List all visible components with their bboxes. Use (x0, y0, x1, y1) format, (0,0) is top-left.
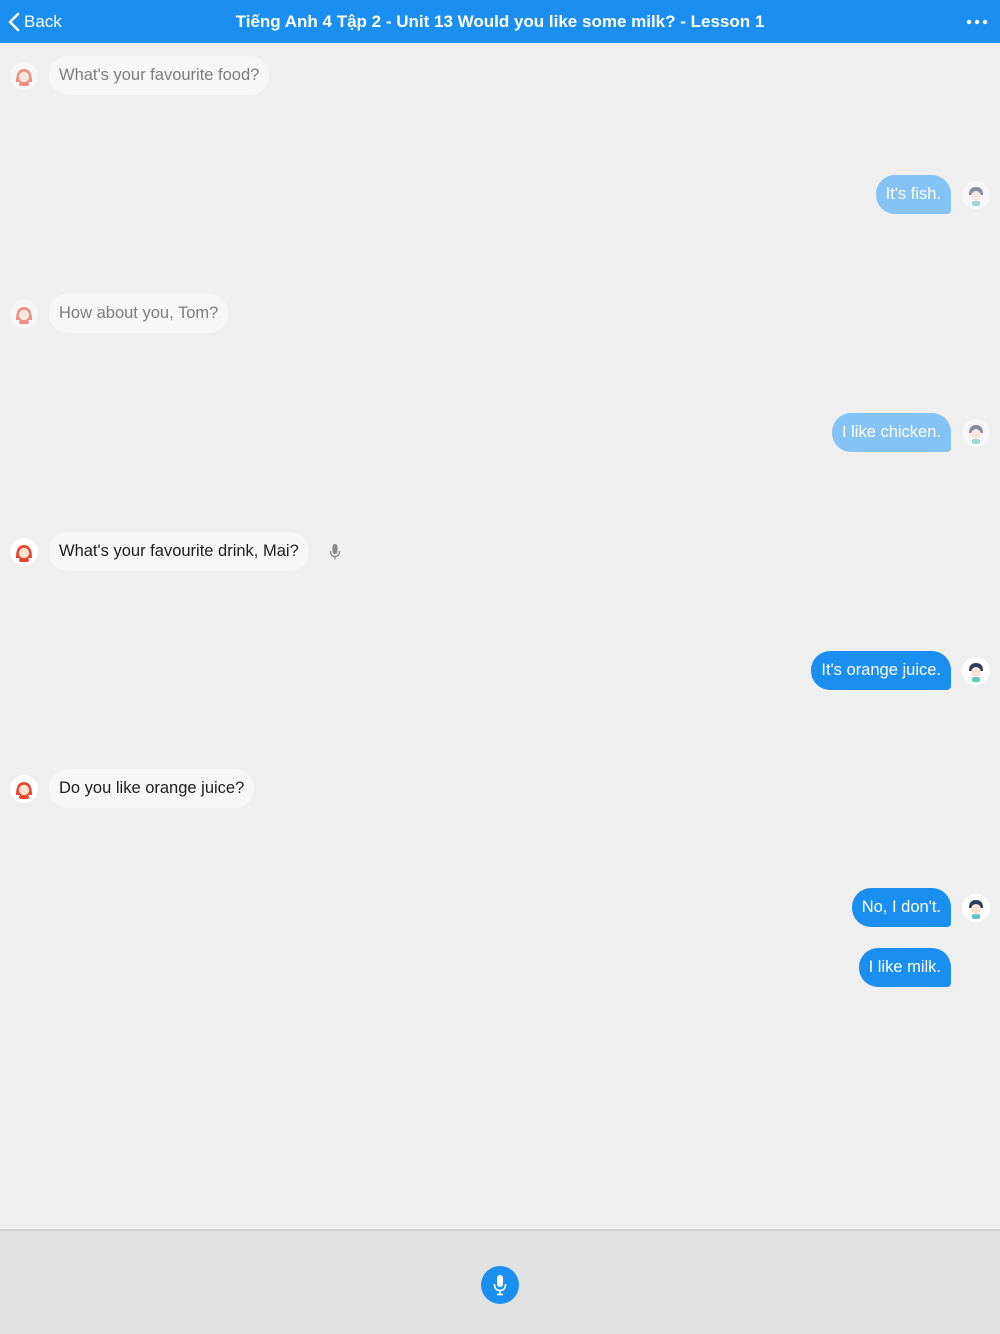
girl-avatar-icon (10, 300, 38, 328)
message-row: What's your favourite food? (0, 56, 1000, 96)
message-bubble[interactable]: What's your favourite drink, Mai? (49, 532, 309, 571)
message-row: It's fish. (0, 175, 1000, 215)
microphone-icon[interactable] (329, 543, 341, 561)
message-row: No, I don't. (0, 888, 1000, 928)
girl-avatar-icon (10, 775, 38, 803)
message-bubble[interactable]: I like milk. (858, 948, 951, 987)
back-label: Back (24, 11, 62, 31)
microphone-icon (493, 1275, 507, 1296)
message-bubble[interactable]: I like chicken. (831, 413, 951, 452)
back-button[interactable]: Back (8, 0, 62, 43)
girl-avatar-icon (10, 538, 38, 566)
chevron-left-icon (8, 12, 20, 31)
message-bubble[interactable]: It's orange juice. (811, 651, 951, 690)
more-options-button[interactable] (962, 0, 992, 43)
girl-avatar-icon (10, 62, 38, 90)
message-row: I like chicken. (0, 413, 1000, 453)
more-dots-icon (966, 19, 988, 24)
message-bubble[interactable]: It's fish. (875, 175, 951, 214)
message-row: What's your favourite drink, Mai? (0, 532, 1000, 572)
message-bubble[interactable]: No, I don't. (851, 888, 951, 927)
chat-area[interactable]: What's your favourite food? It's fish. H… (0, 43, 1000, 1229)
message-bubble[interactable]: What's your favourite food? (49, 56, 270, 95)
boy-avatar-icon (962, 894, 990, 922)
message-bubble[interactable]: How about you, Tom? (49, 294, 229, 333)
boy-avatar-icon (962, 181, 990, 209)
page-title: Tiếng Anh 4 Tập 2 - Unit 13 Would you li… (235, 12, 765, 31)
message-bubble[interactable]: Do you like orange juice? (49, 769, 255, 808)
message-row: It's orange juice. (0, 651, 1000, 691)
boy-avatar-icon (962, 657, 990, 685)
message-row: I like milk. (0, 948, 1000, 988)
message-row: Do you like orange juice? (0, 769, 1000, 809)
top-bar: Back Tiếng Anh 4 Tập 2 - Unit 13 Would y… (0, 0, 1000, 43)
record-button[interactable] (481, 1266, 519, 1304)
bottom-bar (0, 1229, 1000, 1334)
boy-avatar-icon (962, 419, 990, 447)
message-row: How about you, Tom? (0, 294, 1000, 334)
